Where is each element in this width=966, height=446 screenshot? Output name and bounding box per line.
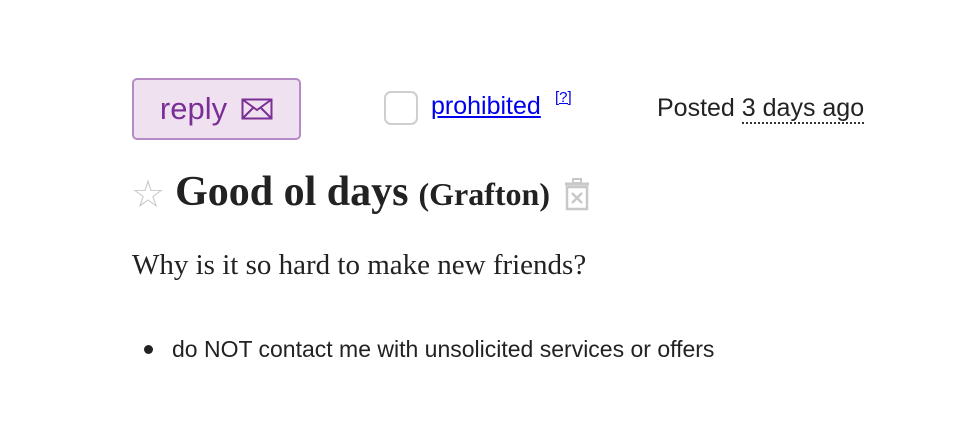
trash-icon[interactable]	[562, 177, 592, 211]
bullet-icon	[144, 344, 153, 354]
prohibited-help-link[interactable]: [?]	[555, 89, 572, 107]
reply-button[interactable]: reply	[132, 78, 301, 140]
posting-body: Why is it so hard to make new friends?	[132, 249, 587, 281]
posted-ago: 3 days ago	[741, 94, 865, 124]
posting-title-row: ☆ Good ol days (Grafton)	[131, 168, 592, 216]
posted-prefix: Posted	[657, 94, 735, 122]
posting-location: (Grafton)	[418, 176, 550, 212]
prohibited-link[interactable]: prohibited	[431, 91, 541, 121]
notice-item: do NOT contact me with unsolicited servi…	[132, 333, 714, 365]
envelope-icon	[241, 98, 273, 120]
posted-date: Posted 3 days ago	[657, 93, 865, 124]
flag-prohibited-checkbox[interactable]	[384, 91, 418, 125]
reply-label: reply	[159, 91, 228, 126]
star-icon[interactable]: ☆	[131, 176, 165, 214]
notices-list: do NOT contact me with unsolicited servi…	[132, 333, 714, 365]
notice-text: do NOT contact me with unsolicited servi…	[172, 336, 715, 362]
posting-title: Good ol days	[175, 169, 409, 215]
